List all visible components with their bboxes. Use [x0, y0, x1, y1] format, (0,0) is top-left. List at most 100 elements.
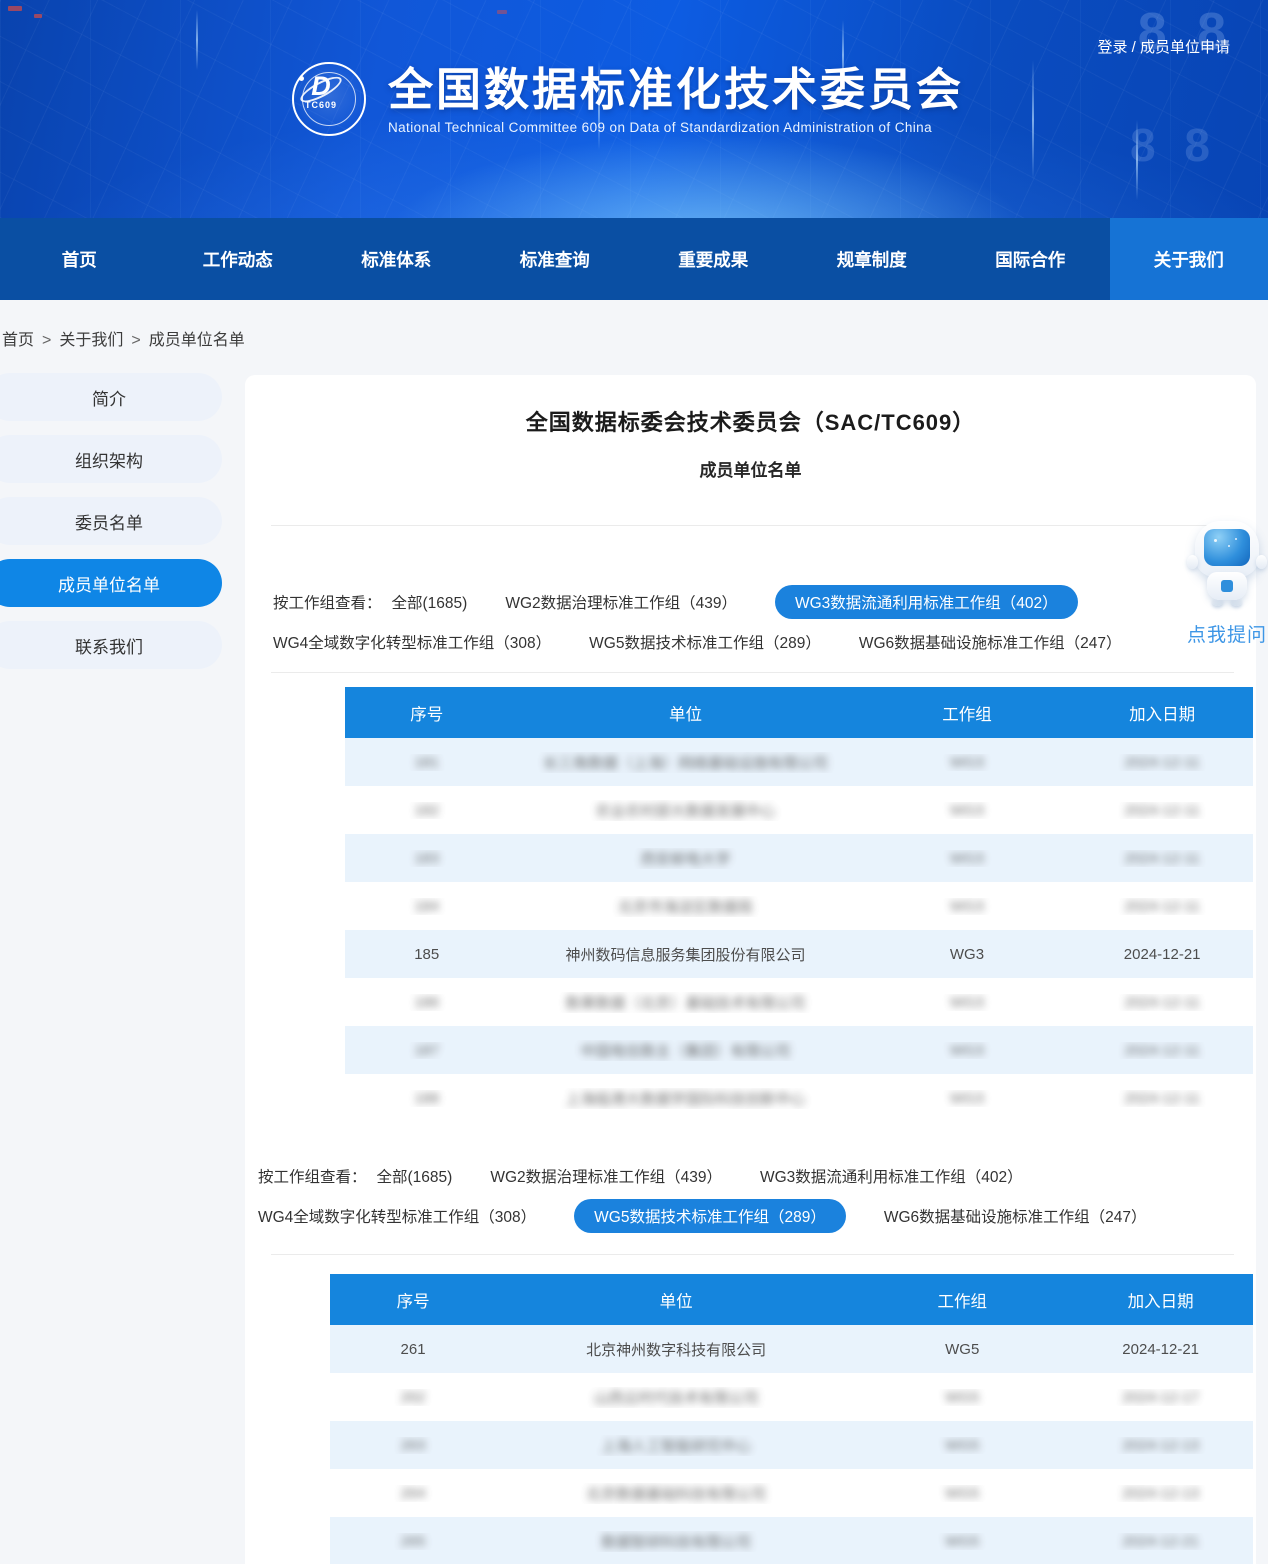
nav-item-5[interactable]: 规章制度 [793, 218, 952, 300]
table-header-cell: 单位 [496, 1288, 856, 1312]
workgroup-filter[interactable]: WG5数据技术标准工作组（289） [589, 631, 821, 653]
cell-workgroup: WG3 [863, 898, 1072, 915]
cell-unit: 中国电信数主（集团）有限公司 [508, 1040, 862, 1061]
nav-item-2[interactable]: 标准体系 [317, 218, 476, 300]
nav-item-1[interactable]: 工作动态 [159, 218, 318, 300]
cell-date: 2024-12-13 [1068, 1437, 1253, 1454]
workgroup-filter[interactable]: WG3数据流通利用标准工作组（402） [760, 1165, 1023, 1187]
table-header-row: 序号单位工作组加入日期 [330, 1274, 1253, 1325]
cell-workgroup: WG3 [863, 1042, 1072, 1059]
login-apply-link[interactable]: 登录 / 成员单位申请 [1097, 36, 1230, 57]
cell-date: 2024-12-21 [1068, 1341, 1253, 1358]
sidebar-item-3[interactable]: 成员单位名单 [0, 559, 222, 607]
workgroup-filter[interactable]: WG2数据治理标准工作组（439） [490, 1165, 722, 1187]
robot-badge [1221, 580, 1233, 592]
banner-decor-mark [8, 6, 22, 11]
cell-workgroup: WG5 [856, 1485, 1068, 1502]
cell-workgroup: WG3 [863, 850, 1072, 867]
workgroup-filter[interactable]: WG2数据治理标准工作组（439） [505, 591, 737, 613]
table-row: 187中国电信数主（集团）有限公司WG32024-12-11 [345, 1026, 1253, 1074]
cell-date: 2024-12-11 [1071, 754, 1253, 771]
workgroup-filters: 按工作组查看： 全部(1685) WG2数据治理标准工作组（439） WG3数据流通利… [273, 586, 1256, 658]
cell-workgroup: WG3 [863, 946, 1072, 963]
cell-no: 183 [345, 850, 508, 867]
table-row: 181长三角数据（上海）网络基础设施有限公司WG32024-12-11 [345, 738, 1253, 786]
cell-unit: 山西云时代技术有限公司 [496, 1387, 856, 1408]
breadcrumb-separator: > [131, 332, 140, 349]
nav-item-3[interactable]: 标准查询 [476, 218, 635, 300]
workgroup-filter[interactable]: WG4全域数字化转型标准工作组（308） [258, 1205, 536, 1227]
cell-workgroup: WG5 [856, 1389, 1068, 1406]
cell-unit: 上海临港大数据学国际科技创新中心 [508, 1088, 862, 1109]
cell-workgroup: WG5 [856, 1341, 1068, 1358]
robot-screen [1204, 529, 1250, 566]
cell-unit: 北京市海淀区数据局 [508, 896, 862, 917]
breadcrumb-separator: > [42, 332, 51, 349]
page-subtitle: 成员单位名单 [245, 459, 1256, 483]
robot-arm [1256, 555, 1267, 569]
member-table-wg5: 序号单位工作组加入日期261北京神州数字科技有限公司WG52024-12-212… [330, 1274, 1253, 1564]
cell-unit: 北京神州数字科技有限公司 [496, 1339, 856, 1360]
sidebar-item-0[interactable]: 简介 [0, 373, 222, 421]
sidebar: 简介组织架构委员名单成员单位名单联系我们 [0, 373, 222, 683]
table-row: 265数据智研科技有限公司WG52024-12-21 [330, 1517, 1253, 1564]
page-title: 全国数据标委会技术委员会（SAC/TC609） [245, 375, 1256, 437]
workgroup-filter[interactable]: 全部(1685) [377, 1165, 453, 1187]
cell-no: 263 [330, 1437, 496, 1454]
main-nav: 首页工作动态标准体系标准查询重要成果规章制度国际合作关于我们 [0, 218, 1268, 300]
member-section-wg3: 按工作组查看： 全部(1685) WG2数据治理标准工作组（439） WG3数据流通利… [245, 586, 1256, 1122]
workgroup-filter[interactable]: WG4全域数字化转型标准工作组（308） [273, 631, 551, 653]
cell-date: 2024-12-11 [1071, 1042, 1253, 1059]
assistant-label[interactable]: 点我提问 [1186, 620, 1268, 647]
breadcrumb: 首页 > 关于我们 > 成员单位名单 [2, 326, 245, 350]
site-subtitle-en: National Technical Committee 609 on Data… [388, 120, 964, 135]
cell-workgroup: WG5 [856, 1533, 1068, 1550]
table-row: 183西安邮电大学WG32024-12-11 [345, 834, 1253, 882]
cell-date: 2024-12-17 [1068, 1389, 1253, 1406]
cell-no: 264 [330, 1485, 496, 1502]
sidebar-item-2[interactable]: 委员名单 [0, 497, 222, 545]
content-card: 全国数据标委会技术委员会（SAC/TC609） 成员单位名单 按工作组查看： 全部… [245, 375, 1256, 1564]
nav-item-0[interactable]: 首页 [0, 218, 159, 300]
filter-view-label: 按工作组查看： [273, 591, 382, 613]
divider [271, 1254, 1234, 1255]
cell-unit: 北京数据基础科技有限公司 [496, 1483, 856, 1504]
breadcrumb-item-0[interactable]: 首页 [2, 332, 34, 349]
site-title: 全国数据标准化技术委员会 [388, 64, 964, 116]
cell-date: 2024-12-21 [1071, 946, 1253, 963]
cell-unit: 神州数码信息服务集团股份有限公司 [508, 944, 862, 965]
assistant-mascot[interactable]: 点我提问 [1186, 521, 1268, 647]
cell-no: 185 [345, 946, 508, 963]
cell-no: 181 [345, 754, 508, 771]
banner-decor-mark [497, 10, 507, 14]
filter-view-label: 按工作组查看： [258, 1165, 367, 1187]
workgroup-filters: 按工作组查看： 全部(1685) WG2数据治理标准工作组（439） WG3数据流通利… [258, 1160, 1256, 1232]
workgroup-filter[interactable]: WG6数据基础设施标准工作组（247） [859, 631, 1122, 653]
cell-date: 2024-12-11 [1071, 850, 1253, 867]
robot-icon [1195, 521, 1259, 577]
nav-item-7[interactable]: 关于我们 [1110, 218, 1268, 300]
nav-item-4[interactable]: 重要成果 [634, 218, 793, 300]
filter-row: 按工作组查看： 全部(1685) WG2数据治理标准工作组（439） WG3数据流通利… [258, 1160, 1256, 1192]
logo-badge: TC609 [294, 100, 348, 110]
workgroup-filter[interactable]: 全部(1685) [392, 591, 468, 613]
workgroup-filter[interactable]: WG6数据基础设施标准工作组（247） [884, 1205, 1147, 1227]
nav-item-6[interactable]: 国际合作 [951, 218, 1110, 300]
sidebar-item-4[interactable]: 联系我们 [0, 621, 222, 669]
banner-light-streak [196, 10, 198, 70]
table-row: 182农业农村部大数据发展中心WG32024-12-11 [345, 786, 1253, 834]
table-row: 262山西云时代技术有限公司WG52024-12-17 [330, 1373, 1253, 1421]
table-row: 261北京神州数字科技有限公司WG52024-12-21 [330, 1325, 1253, 1373]
sidebar-item-1[interactable]: 组织架构 [0, 435, 222, 483]
cell-unit: 长三角数据（上海）网络基础设施有限公司 [508, 752, 862, 773]
cell-date: 2024-12-11 [1071, 994, 1253, 1011]
workgroup-filter-selected[interactable]: WG5数据技术标准工作组（289） [574, 1199, 846, 1233]
table-row: 263上海人工智能研究中心WG52024-12-13 [330, 1421, 1253, 1469]
cell-no: 265 [330, 1533, 496, 1550]
cell-date: 2024-12-11 [1071, 802, 1253, 819]
breadcrumb-item-1[interactable]: 关于我们 [59, 332, 123, 349]
cell-date: 2024-12-21 [1068, 1533, 1253, 1550]
breadcrumb-item-2: 成员单位名单 [149, 332, 245, 349]
workgroup-filter-selected[interactable]: WG3数据流通利用标准工作组（402） [775, 585, 1078, 619]
cell-no: 187 [345, 1042, 508, 1059]
